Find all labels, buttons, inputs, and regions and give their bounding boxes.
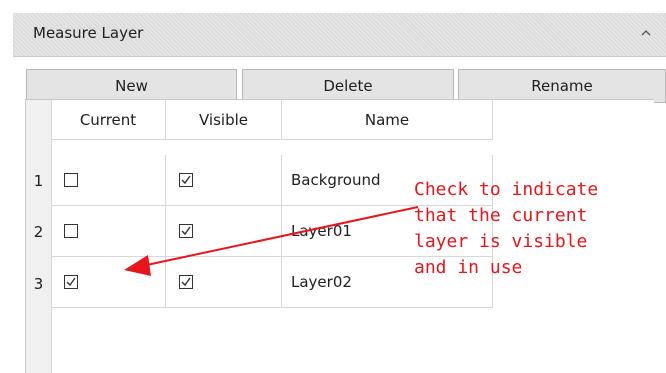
annotation-text: Check to indicate that the current layer… xyxy=(414,177,598,281)
annotation-line: that the current xyxy=(414,205,588,226)
visible-checkbox[interactable] xyxy=(179,173,193,187)
chevron-up-icon[interactable] xyxy=(638,25,654,41)
rename-button[interactable]: Rename xyxy=(458,69,666,103)
table-cell-visible xyxy=(166,155,282,206)
delete-button[interactable]: Delete xyxy=(242,69,454,103)
layer-name: Layer02 xyxy=(291,273,352,291)
column-header-visible[interactable]: Visible xyxy=(166,100,282,140)
table-cell-current xyxy=(51,257,166,308)
row-number: 1 xyxy=(33,172,44,190)
current-checkbox[interactable] xyxy=(64,275,78,289)
panel-titlebar[interactable]: Measure Layer xyxy=(13,13,666,57)
panel-title: Measure Layer xyxy=(33,24,144,42)
layer-name: Background xyxy=(291,171,381,189)
table-cell-visible xyxy=(166,206,282,257)
visible-checkbox[interactable] xyxy=(179,275,193,289)
row-number: 2 xyxy=(33,223,44,241)
annotation-line: Check to indicate xyxy=(414,179,599,200)
annotation-line: layer is visible xyxy=(414,231,588,252)
layer-name: Layer01 xyxy=(291,222,352,240)
current-checkbox[interactable] xyxy=(64,224,78,238)
column-header-name[interactable]: Name xyxy=(282,100,493,140)
visible-checkbox[interactable] xyxy=(179,224,193,238)
table-cell-visible xyxy=(166,257,282,308)
annotation-line: and in use xyxy=(414,257,523,278)
column-header-current[interactable]: Current xyxy=(51,100,166,140)
current-checkbox[interactable] xyxy=(64,173,78,187)
row-number: 3 xyxy=(33,275,44,293)
table-cell-current xyxy=(51,206,166,257)
table-cell-current xyxy=(51,155,166,206)
new-button[interactable]: New xyxy=(26,69,237,103)
